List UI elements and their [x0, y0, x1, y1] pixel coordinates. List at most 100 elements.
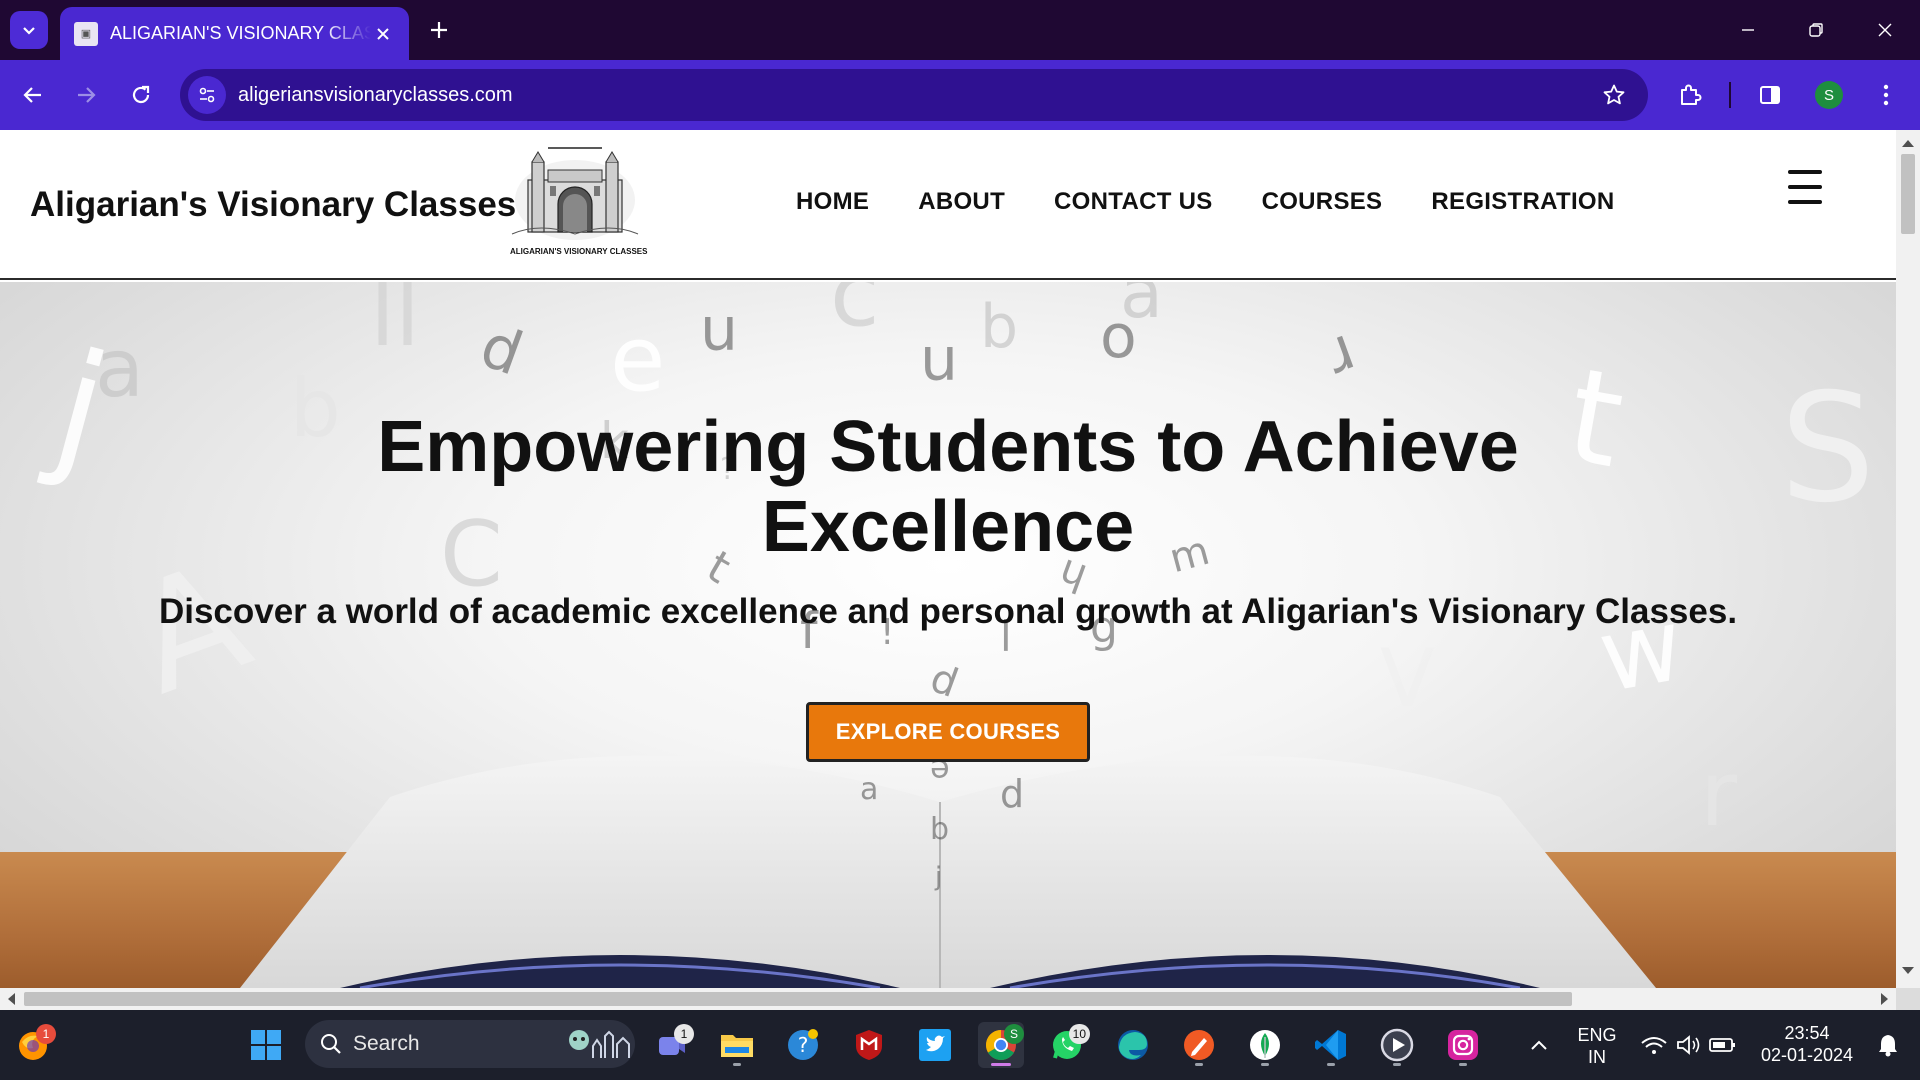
play-icon [1380, 1028, 1414, 1062]
taskbar-edge[interactable] [1110, 1022, 1156, 1068]
chevron-up-icon [1531, 1040, 1547, 1050]
taskbar-mongodb[interactable] [1242, 1022, 1288, 1068]
minimize-icon [1742, 29, 1754, 31]
help-icon: ? [788, 1029, 818, 1060]
site-logo[interactable]: ALIGARIAN'S VISIONARY CLASSES [510, 142, 648, 262]
taskbar-twitter[interactable] [912, 1022, 958, 1068]
tab-strip: ▣ ALIGARIAN'S VISIONARY CLASSES [0, 0, 1920, 60]
taskbar-search[interactable]: Search [305, 1020, 635, 1068]
close-icon [1878, 23, 1892, 37]
vertical-scrollbar[interactable] [1896, 130, 1920, 988]
restore-button[interactable] [1793, 12, 1839, 48]
arrow-left-icon [23, 87, 41, 103]
mcafee-shield-icon [856, 1030, 882, 1060]
nav-contact-us[interactable]: CONTACT US [1054, 188, 1213, 216]
taskbar-drawing-app[interactable] [1176, 1022, 1222, 1068]
windows-logo-icon [251, 1030, 281, 1060]
scroll-down-icon[interactable] [1902, 967, 1914, 974]
profile-avatar[interactable]: S [1815, 81, 1843, 109]
hero-section: j a b ll p e n c n b o a r t S k ? C A m [0, 282, 1896, 988]
firefox-badge: 1 [36, 1024, 56, 1044]
mongodb-leaf-icon [1250, 1030, 1280, 1060]
main-nav: HOME ABOUT CONTACT US COURSES REGISTRATI… [796, 188, 1615, 216]
notifications-button[interactable] [1868, 1022, 1908, 1068]
scroll-left-icon[interactable] [8, 993, 15, 1005]
reload-button[interactable] [121, 75, 161, 115]
nav-home[interactable]: HOME [796, 188, 869, 216]
nav-courses[interactable]: COURSES [1262, 188, 1383, 216]
network-volume-battery-icons [1641, 1035, 1735, 1055]
tune-icon [199, 87, 215, 103]
instagram-icon [1448, 1030, 1478, 1060]
new-tab-button[interactable] [424, 15, 454, 45]
edge-icon [1118, 1030, 1148, 1060]
taskbar-mcafee[interactable] [846, 1022, 892, 1068]
pen-app-icon [1184, 1030, 1214, 1060]
back-button[interactable] [13, 75, 53, 115]
search-highlight-icon [569, 1030, 630, 1058]
show-hidden-icons-button[interactable] [1516, 1022, 1562, 1068]
language-code: ENG [1577, 1025, 1617, 1045]
horizontal-scroll-thumb[interactable] [24, 992, 1572, 1006]
horizontal-scrollbar[interactable] [0, 988, 1896, 1010]
svg-text:?: ? [798, 1033, 809, 1057]
site-brand[interactable]: Aligarian's Visionary Classes [30, 185, 516, 225]
taskbar-teams[interactable]: 1 [648, 1022, 694, 1068]
close-window-button[interactable] [1862, 12, 1908, 48]
tab-close-icon[interactable] [371, 22, 395, 46]
bookmark-button[interactable] [1594, 75, 1634, 115]
minimize-button[interactable] [1725, 12, 1771, 48]
toolbar-divider [1729, 82, 1731, 108]
side-panel-button[interactable] [1750, 75, 1790, 115]
taskbar-whatsapp[interactable]: 10 [1044, 1022, 1090, 1068]
extensions-button[interactable] [1670, 75, 1710, 115]
windows-taskbar: 1 Search 1 ? S 10 ENG IN 23:54 02-01-202… [0, 1010, 1920, 1080]
chrome-profile-badge: S [1004, 1024, 1024, 1044]
scroll-right-icon[interactable] [1881, 993, 1888, 1005]
page-viewport: Aligarian's Visionary Classes ALIGARIAN'… [0, 130, 1896, 988]
scroll-up-icon[interactable] [1902, 140, 1914, 147]
plus-icon [431, 22, 447, 38]
region-code: IN [1588, 1047, 1606, 1067]
taskbar-instagram[interactable] [1440, 1022, 1486, 1068]
whatsapp-badge: 10 [1068, 1024, 1090, 1044]
taskbar-file-explorer[interactable] [714, 1022, 760, 1068]
logo-caption: ALIGARIAN'S VISIONARY CLASSES [510, 247, 648, 256]
screen: ▣ ALIGARIAN'S VISIONARY CLASSES [0, 0, 1920, 1080]
taskbar-vscode[interactable] [1308, 1022, 1354, 1068]
arrow-right-icon [78, 87, 96, 103]
forward-button[interactable] [66, 75, 106, 115]
clock-time: 23:54 [1784, 1023, 1830, 1043]
taskbar-media-player[interactable] [1374, 1022, 1420, 1068]
twitter-icon [919, 1029, 951, 1061]
nav-registration[interactable]: REGISTRATION [1431, 188, 1614, 216]
taskbar-firefox[interactable]: 1 [10, 1022, 56, 1068]
vertical-scroll-thumb[interactable] [1901, 154, 1915, 234]
url-text[interactable]: aligeriansvisionaryclasses.com [238, 84, 1594, 107]
address-bar[interactable]: aligeriansvisionaryclasses.com [180, 69, 1648, 121]
gate-logo-icon [511, 147, 639, 240]
puzzle-icon [1681, 84, 1702, 105]
site-info-button[interactable] [188, 76, 226, 114]
bell-icon [1879, 1035, 1897, 1057]
hamburger-menu-icon[interactable] [1788, 170, 1824, 204]
nav-about[interactable]: ABOUT [918, 188, 1005, 216]
tab-title: ALIGARIAN'S VISIONARY CLASSES [110, 23, 371, 43]
browser-toolbar: aligeriansvisionaryclasses.com S [0, 60, 1920, 130]
side-panel-icon [1760, 86, 1780, 104]
folder-icon [721, 1035, 753, 1057]
hero-subtitle: Discover a world of academic excellence … [158, 592, 1738, 631]
quick-settings-button[interactable] [1632, 1022, 1744, 1068]
site-header: Aligarian's Visionary Classes ALIGARIAN'… [0, 130, 1896, 280]
browser-menu-button[interactable] [1866, 75, 1906, 115]
teams-badge: 1 [674, 1024, 694, 1044]
explore-courses-button[interactable]: EXPLORE COURSES [806, 702, 1090, 762]
taskbar-get-help[interactable]: ? [780, 1022, 826, 1068]
clock[interactable]: 23:54 02-01-2024 [1752, 1022, 1862, 1066]
active-tab[interactable]: ▣ ALIGARIAN'S VISIONARY CLASSES [60, 7, 409, 60]
input-language[interactable]: ENG IN [1572, 1024, 1622, 1068]
star-icon [1603, 84, 1625, 105]
tab-search-button[interactable] [10, 11, 48, 49]
start-button[interactable] [243, 1022, 289, 1068]
taskbar-chrome[interactable]: S [978, 1022, 1024, 1068]
